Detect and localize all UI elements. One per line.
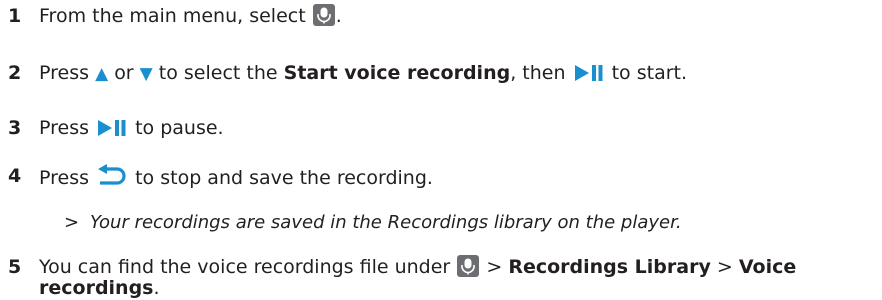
result-text: Your recordings are saved in the Recordi… <box>90 212 682 233</box>
down-arrow-icon: ▼ <box>139 64 153 84</box>
play-pause-icon <box>98 120 126 136</box>
play-pause-icon <box>574 65 603 81</box>
step-text: Press to pause. <box>39 117 224 139</box>
step-number: 4 <box>8 165 22 187</box>
result-marker: > <box>64 212 80 233</box>
up-arrow-icon: ▲ <box>95 64 109 84</box>
step-text: Press to stop and save the recording. <box>39 164 433 190</box>
back-icon <box>98 164 126 185</box>
instruction-document: 1 From the main menu, select . 2 Press ▲… <box>0 0 882 299</box>
mic-icon <box>457 255 480 277</box>
step-text: recordings. <box>39 277 160 299</box>
step-number: 3 <box>8 117 22 139</box>
step-number: 1 <box>8 5 22 27</box>
mic-icon <box>312 4 335 26</box>
step-number: 5 <box>8 256 22 278</box>
step-text: Press ▲ or ▼ to select the Start voice r… <box>39 62 688 84</box>
step-number: 2 <box>8 62 22 84</box>
step-text: From the main menu, select . <box>39 4 342 27</box>
